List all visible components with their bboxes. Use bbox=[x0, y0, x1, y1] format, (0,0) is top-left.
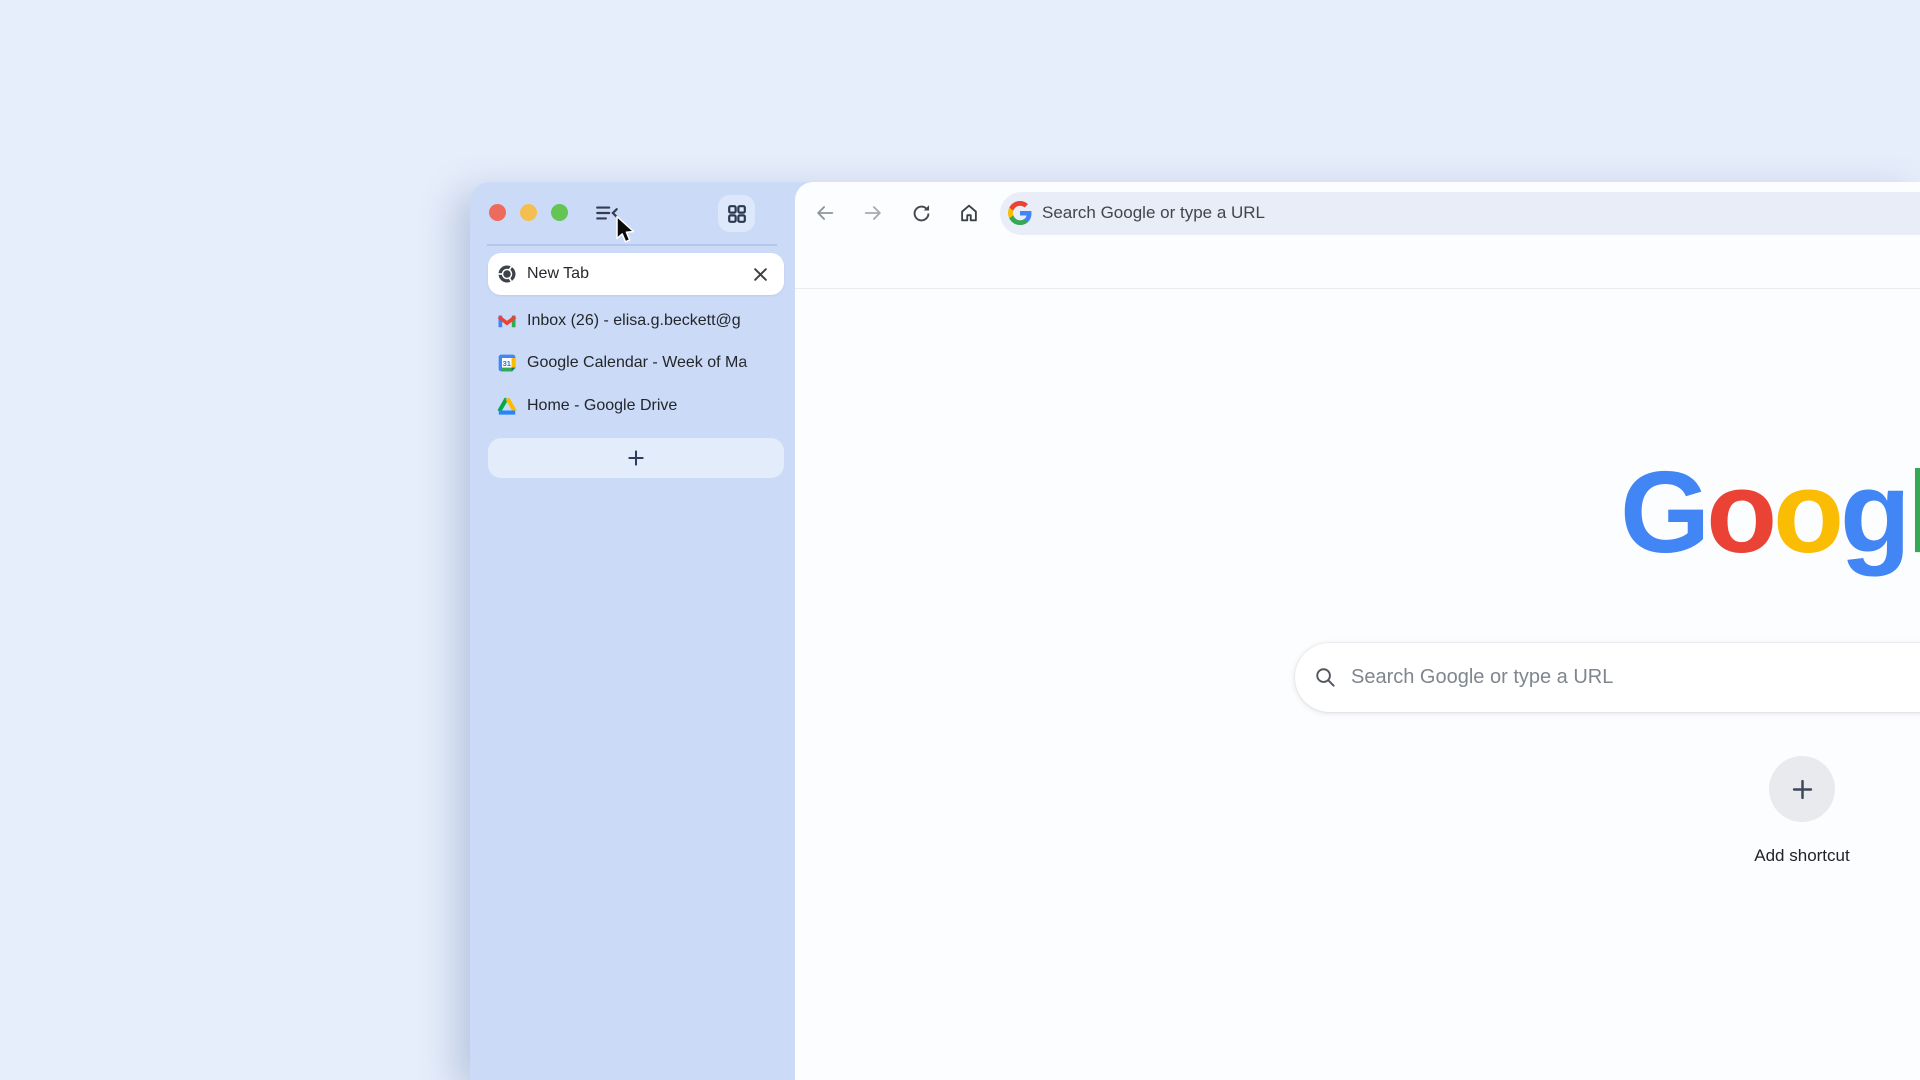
reload-button[interactable] bbox=[904, 196, 938, 230]
google-logo-letter: g bbox=[1840, 447, 1907, 577]
tab-title: New Tab bbox=[527, 265, 589, 283]
toolbar-area: Search Google or type a URL bbox=[795, 182, 1920, 289]
tab-organizer-icon bbox=[726, 203, 748, 225]
forward-arrow-icon bbox=[862, 202, 884, 224]
address-bar[interactable]: Search Google or type a URL bbox=[1000, 192, 1920, 235]
tab-title: Inbox (26) - elisa.g.beckett@g bbox=[527, 312, 777, 330]
navigation-toolbar: Search Google or type a URL bbox=[795, 182, 1920, 244]
zoom-window-button[interactable] bbox=[551, 204, 568, 221]
address-bar-placeholder: Search Google or type a URL bbox=[1042, 203, 1265, 223]
plus-icon bbox=[626, 448, 646, 468]
tab-google-calendar[interactable]: 31 Google Calendar - Week of Ma bbox=[488, 341, 784, 384]
reload-icon bbox=[911, 203, 932, 224]
forward-button[interactable] bbox=[856, 196, 890, 230]
new-tab-button[interactable] bbox=[488, 438, 784, 478]
collapse-tab-strip-icon bbox=[594, 200, 620, 226]
collapse-tab-strip-button[interactable] bbox=[590, 196, 624, 230]
search-icon bbox=[1314, 666, 1337, 689]
back-arrow-icon bbox=[814, 202, 836, 224]
chrome-icon bbox=[497, 264, 517, 284]
google-calendar-icon: 31 bbox=[497, 353, 517, 373]
home-icon bbox=[958, 202, 980, 224]
google-logo: Google bbox=[1620, 454, 1920, 570]
ntp-search-box[interactable] bbox=[1295, 643, 1920, 712]
minimize-window-button[interactable] bbox=[520, 204, 537, 221]
browser-window: New Tab Inbox (26) - elisa.g.beckett@g bbox=[470, 182, 1920, 1080]
tab-google-drive[interactable]: Home - Google Drive bbox=[488, 384, 784, 427]
browser-content-area: Search Google or type a URL Google Add bbox=[795, 182, 1920, 1080]
tab-new-tab[interactable]: New Tab bbox=[488, 253, 784, 295]
google-g-icon bbox=[1008, 201, 1032, 225]
tab-title: Home - Google Drive bbox=[527, 397, 777, 415]
close-window-button[interactable] bbox=[489, 204, 506, 221]
add-shortcut-button[interactable] bbox=[1769, 756, 1835, 822]
add-shortcut-label: Add shortcut bbox=[1712, 846, 1892, 866]
google-logo-letter: G bbox=[1620, 447, 1706, 577]
back-button[interactable] bbox=[808, 196, 842, 230]
google-logo-letter: l bbox=[1907, 447, 1920, 577]
google-logo-letter: o bbox=[1706, 447, 1773, 577]
tab-organizer-button[interactable] bbox=[718, 195, 755, 232]
ntp-search-input[interactable] bbox=[1351, 666, 1920, 689]
tab-gmail-inbox[interactable]: Inbox (26) - elisa.g.beckett@g bbox=[488, 299, 784, 342]
vertical-tab-sidebar: New Tab Inbox (26) - elisa.g.beckett@g bbox=[470, 182, 795, 1080]
sidebar-divider bbox=[487, 244, 777, 246]
close-tab-button[interactable] bbox=[749, 263, 771, 285]
tab-title: Google Calendar - Week of Ma bbox=[527, 354, 777, 372]
google-drive-icon bbox=[497, 396, 517, 416]
plus-icon bbox=[1789, 776, 1816, 803]
window-controls bbox=[489, 204, 568, 221]
close-icon bbox=[753, 267, 768, 282]
home-button[interactable] bbox=[952, 196, 986, 230]
google-logo-letter: o bbox=[1773, 447, 1840, 577]
gmail-icon bbox=[497, 311, 517, 331]
calendar-day-number: 31 bbox=[503, 358, 511, 367]
